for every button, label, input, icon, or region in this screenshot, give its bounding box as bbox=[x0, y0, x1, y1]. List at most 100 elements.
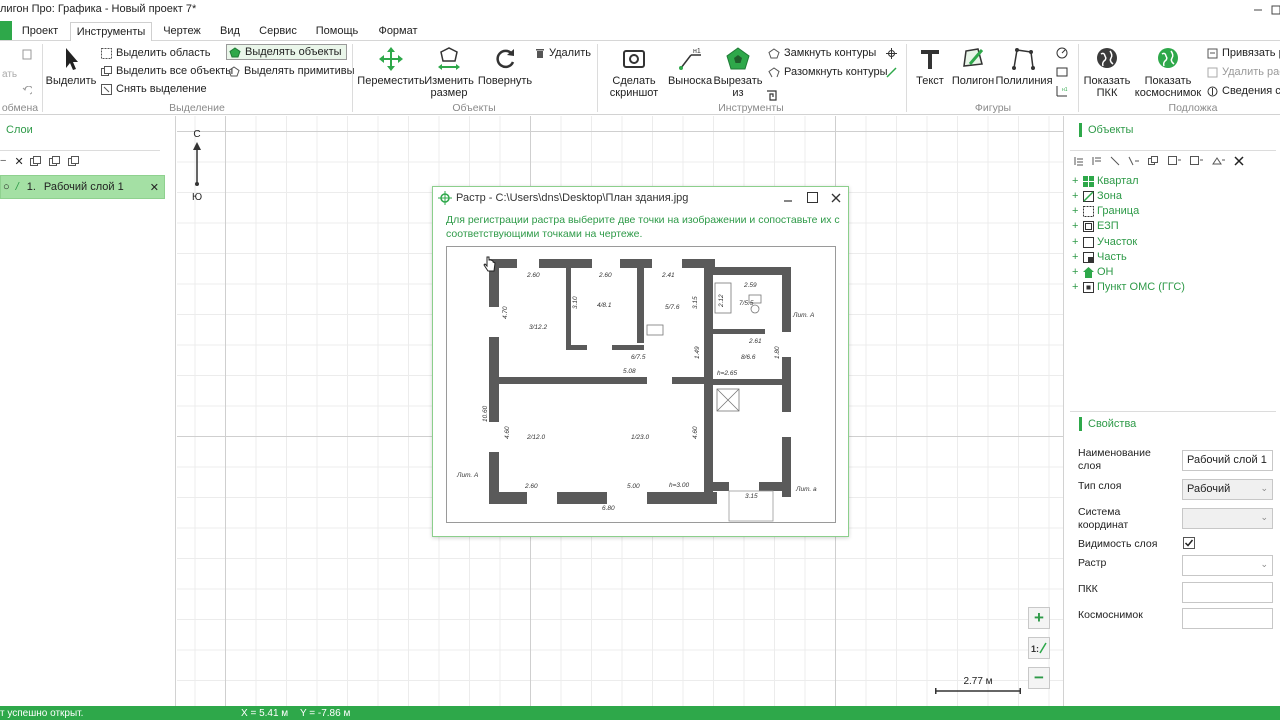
undo-button[interactable] bbox=[22, 83, 32, 99]
part-icon bbox=[1083, 251, 1094, 263]
info-button[interactable]: Сведения с П bbox=[1207, 83, 1280, 99]
copy-layer-icon[interactable] bbox=[48, 155, 60, 167]
plan-room-label: 1/23.0 bbox=[631, 434, 649, 441]
south-label: Ю bbox=[191, 192, 203, 203]
tree-item-parcel[interactable]: + Участок bbox=[1072, 236, 1137, 248]
duplicate-layer-icon[interactable] bbox=[29, 155, 41, 167]
tab-help[interactable]: Помощь bbox=[312, 22, 362, 41]
zoom-fit-button[interactable]: 1: bbox=[1028, 637, 1050, 659]
tree-item-zone[interactable]: + Зона bbox=[1072, 190, 1122, 202]
select-area-button[interactable]: Выделить область bbox=[101, 45, 211, 61]
copy-objects-icon[interactable] bbox=[1148, 156, 1160, 166]
line-tool-button[interactable] bbox=[886, 64, 897, 80]
rectangle-tool-button[interactable] bbox=[1056, 64, 1068, 80]
delete-layer-icon[interactable]: ✕ bbox=[14, 155, 23, 168]
show-satellite-button[interactable]: Показать космоснимок bbox=[1132, 46, 1204, 99]
tab-format[interactable]: Формат bbox=[373, 22, 423, 41]
camera-icon bbox=[623, 50, 645, 68]
cut-from-button[interactable]: Вырезать из bbox=[714, 46, 762, 99]
dimension-tool-button[interactable]: н1 bbox=[1056, 83, 1068, 99]
tree-item-part[interactable]: + Часть bbox=[1072, 251, 1127, 263]
tree-expand-icon[interactable] bbox=[1074, 156, 1084, 166]
tree-collapse-icon[interactable] bbox=[1092, 156, 1102, 166]
coord-system-select[interactable]: ⌄ bbox=[1182, 508, 1273, 529]
layer-visibility-icon[interactable]: ○ bbox=[3, 181, 10, 193]
layer-visibility-checkbox[interactable] bbox=[1183, 537, 1195, 549]
select-button[interactable]: Выделить bbox=[46, 46, 96, 87]
objects-panel-title: Объекты bbox=[1088, 124, 1134, 136]
tree-item-ezp[interactable]: + ЕЗП bbox=[1072, 220, 1119, 232]
tab-view[interactable]: Вид bbox=[215, 22, 245, 41]
polyline-button[interactable]: Полилиния bbox=[995, 46, 1053, 87]
screenshot-button[interactable]: Сделать скриншот bbox=[604, 46, 664, 99]
tab-project[interactable]: Проект bbox=[18, 22, 62, 41]
raster-select[interactable]: ⌄ bbox=[1182, 555, 1273, 576]
open-contours-button[interactable]: Разомкнуть контуры bbox=[768, 64, 887, 80]
paste-button[interactable] bbox=[22, 46, 32, 62]
text-button[interactable]: Текст bbox=[912, 46, 948, 87]
minimize-button[interactable] bbox=[1248, 1, 1268, 19]
window-title: лигон Про: Графика - Новый проект 7* bbox=[0, 3, 197, 15]
clipboard-group-label: обмена bbox=[1, 102, 39, 114]
pkk-field[interactable] bbox=[1182, 582, 1273, 603]
cursor-y-coordinate: Y = -7.86 м bbox=[300, 708, 351, 719]
dialog-maximize-icon[interactable] bbox=[807, 192, 818, 203]
bind-raster-button[interactable]: Привязать ра bbox=[1207, 45, 1280, 61]
layer-remove-icon[interactable]: ✕ bbox=[150, 181, 159, 194]
clear-selection-button[interactable]: Снять выделение bbox=[101, 81, 207, 97]
plan-room-label: 6/7.5 bbox=[631, 354, 646, 361]
dialog-close-icon[interactable] bbox=[831, 193, 841, 203]
plan-dim-label: 2.59 bbox=[743, 282, 757, 289]
tree-item-survey-point[interactable]: + Пункт ОМС (ГГС) bbox=[1072, 281, 1185, 293]
plan-dim-label: 2.60 bbox=[598, 272, 612, 279]
import-icon[interactable] bbox=[1190, 156, 1204, 166]
move-icon bbox=[379, 47, 403, 71]
point-tool-button[interactable] bbox=[886, 45, 897, 61]
select-objects-mode-toggle[interactable]: Выделять объекты bbox=[226, 44, 347, 60]
tab-drawing[interactable]: Чертеж bbox=[158, 22, 206, 41]
tree-item-boundary[interactable]: + Граница bbox=[1072, 205, 1139, 217]
attributes-icon[interactable] bbox=[1212, 156, 1226, 166]
show-pkk-button[interactable]: Показать ПКК bbox=[1084, 46, 1130, 99]
plan-dim-label: 3.10 bbox=[572, 296, 579, 309]
plan-dim-label: 10.60 bbox=[482, 405, 489, 422]
resize-button[interactable]: Изменить размер bbox=[424, 46, 474, 99]
sort-icon[interactable] bbox=[1128, 156, 1140, 166]
tree-item-quarter[interactable]: + Квартал bbox=[1072, 175, 1139, 187]
delete-button[interactable]: Удалить bbox=[535, 45, 591, 61]
dialog-minimize-icon[interactable] bbox=[783, 193, 793, 203]
maximize-button[interactable] bbox=[1266, 1, 1280, 19]
layer-name-field[interactable]: Рабочий слой 1 bbox=[1182, 450, 1273, 471]
remove-object-icon[interactable] bbox=[1234, 156, 1244, 166]
coord-system-label: Система координат bbox=[1078, 506, 1129, 531]
copy-button[interactable]: ать bbox=[2, 66, 17, 82]
plan-dim-label: 1.80 bbox=[774, 346, 781, 359]
circle-tool-button[interactable] bbox=[1056, 45, 1068, 61]
zoom-out-button[interactable]: − bbox=[1028, 667, 1050, 689]
move-button[interactable]: Переместить bbox=[357, 46, 425, 87]
tab-service[interactable]: Сервис bbox=[255, 22, 301, 41]
delete-raster-button[interactable]: Удалить раст bbox=[1207, 64, 1280, 80]
layer-collapse-icon[interactable]: − bbox=[0, 155, 6, 167]
file-menu-button[interactable] bbox=[0, 21, 12, 40]
select-all-button[interactable]: Выделить все объекты bbox=[101, 63, 233, 79]
polygon-button[interactable]: Полигон bbox=[950, 46, 996, 87]
merge-layer-icon[interactable] bbox=[67, 155, 79, 167]
layer-type-select[interactable]: Рабочий ⌄ bbox=[1182, 479, 1273, 500]
select-primitives-mode-toggle[interactable]: Выделять примитивы bbox=[228, 63, 354, 79]
layer-row[interactable]: ○ / 1. Рабочий слой 1 ✕ bbox=[0, 175, 165, 199]
satellite-field[interactable] bbox=[1182, 608, 1273, 629]
properties-panel-title: Свойства bbox=[1088, 418, 1137, 430]
layer-edit-icon[interactable]: / bbox=[16, 181, 19, 193]
closed-contour-icon bbox=[768, 47, 780, 58]
tree-item-capital-object[interactable]: + ОН bbox=[1072, 266, 1114, 278]
floor-plan-image[interactable]: 2.60 2.60 2.41 2.59 4.70 3.10 3.15 2.12 … bbox=[446, 246, 836, 523]
close-contours-button[interactable]: Замкнуть контуры bbox=[768, 45, 876, 61]
export-icon[interactable] bbox=[1168, 156, 1182, 166]
rotate-button[interactable]: Повернуть bbox=[478, 46, 532, 87]
plan-dim-label: 2.60 bbox=[526, 272, 540, 279]
callout-button[interactable]: н1 Выноска bbox=[668, 46, 712, 87]
filter-icon[interactable] bbox=[1110, 156, 1120, 166]
tab-tools[interactable]: Инструменты bbox=[70, 22, 152, 42]
zoom-in-button[interactable]: + bbox=[1028, 607, 1050, 629]
